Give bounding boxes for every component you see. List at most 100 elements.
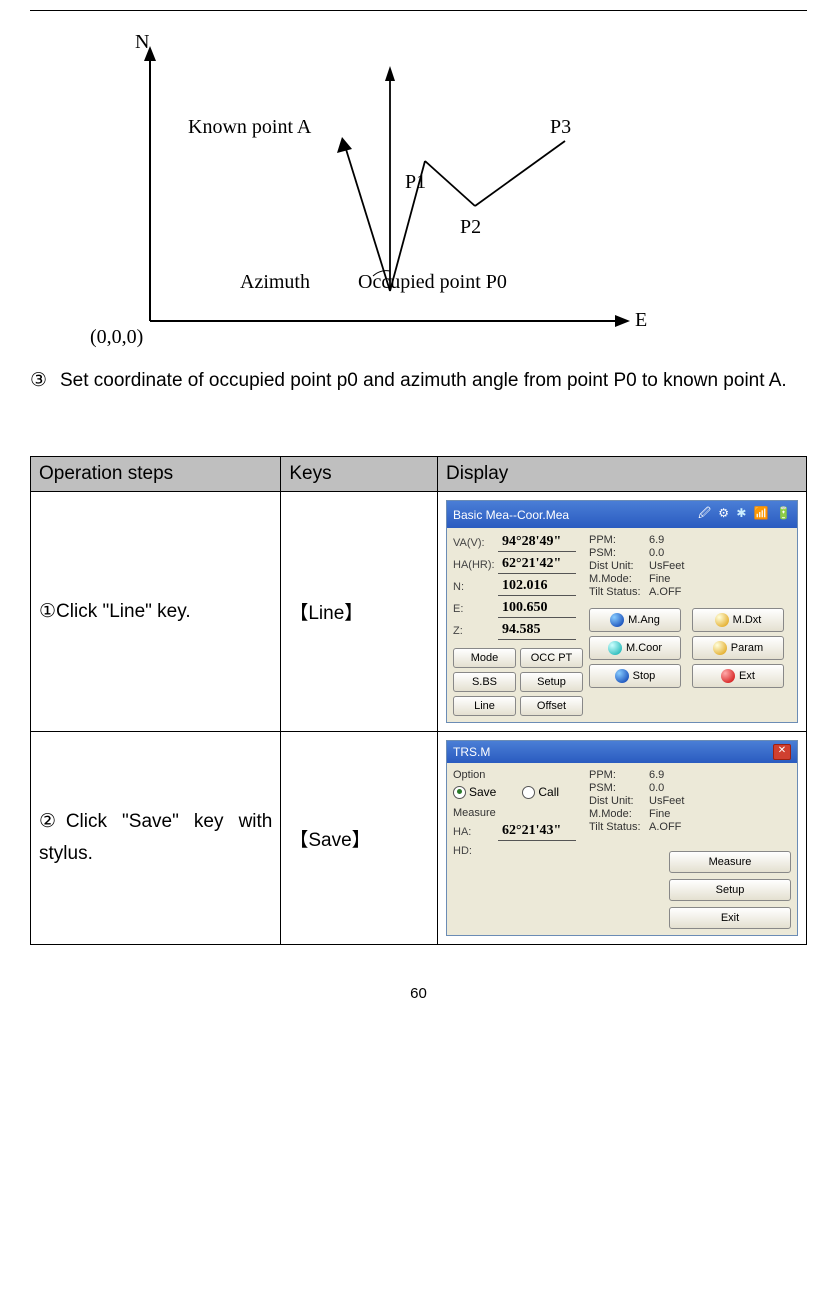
orb-icon bbox=[713, 641, 727, 655]
op-step-1: ①Click "Line" key. bbox=[31, 492, 281, 732]
call-label: Call bbox=[538, 785, 559, 799]
field-value: 94°28'49" bbox=[498, 534, 576, 552]
offset-button[interactable]: Offset bbox=[520, 696, 583, 716]
info-value: 6.9 bbox=[649, 769, 791, 781]
fields-column: VA(V):94°28'49" HA(HR):62°21'42" N:102.0… bbox=[453, 534, 583, 716]
label-n: N bbox=[135, 31, 149, 54]
orb-icon bbox=[608, 641, 622, 655]
screen-trsm: TRS.M ✕ Option Save Call bbox=[446, 740, 798, 936]
stop-button[interactable]: Stop bbox=[589, 664, 681, 688]
orb-icon bbox=[610, 613, 624, 627]
field-value: 94.585 bbox=[498, 622, 576, 640]
option-label: Option bbox=[453, 769, 583, 781]
orb-icon bbox=[721, 669, 735, 683]
info-label: M.Mode: bbox=[589, 808, 649, 820]
measure-button[interactable]: Measure bbox=[669, 851, 791, 873]
info-label: M.Mode: bbox=[589, 573, 649, 585]
label-occupied: Occupied point P0 bbox=[358, 271, 507, 294]
btn-label: M.Coor bbox=[626, 642, 662, 654]
label-p1: P1 bbox=[405, 171, 426, 194]
header-keys: Keys bbox=[281, 457, 438, 492]
info-value: Fine bbox=[649, 808, 791, 820]
occpt-button[interactable]: OCC PT bbox=[520, 648, 583, 668]
info-label: Dist Unit: bbox=[589, 560, 649, 572]
info-label: Tilt Status: bbox=[589, 586, 649, 598]
field-value: 102.016 bbox=[498, 578, 576, 596]
label-known-a: Known point A bbox=[188, 116, 311, 139]
ext-button[interactable]: Ext bbox=[692, 664, 784, 688]
info-value: UsFeet bbox=[649, 560, 791, 572]
page-number: 60 bbox=[30, 985, 807, 1002]
mang-button[interactable]: M.Ang bbox=[589, 608, 681, 632]
setup-button[interactable]: Setup bbox=[669, 879, 791, 901]
info-label: Tilt Status: bbox=[589, 821, 649, 833]
exit-button[interactable]: Exit bbox=[669, 907, 791, 929]
field-value: 100.650 bbox=[498, 600, 576, 618]
top-rule bbox=[30, 10, 807, 11]
info-label: PSM: bbox=[589, 782, 649, 794]
bt-icon: ✱ bbox=[736, 506, 746, 520]
screen-coor-mea: Basic Mea--Coor.Mea 🖉 ⚙ ✱ 📶 🔋 VA(V):94°2… bbox=[446, 500, 798, 723]
btn-label: Param bbox=[731, 642, 763, 654]
battery-icon: 🔋 bbox=[776, 506, 791, 520]
sbs-button[interactable]: S.BS bbox=[453, 672, 516, 692]
table-header-row: Operation steps Keys Display bbox=[31, 457, 807, 492]
field-label: Z: bbox=[453, 625, 495, 637]
info-value: A.OFF bbox=[649, 821, 791, 833]
header-operation: Operation steps bbox=[31, 457, 281, 492]
info-value: 6.9 bbox=[649, 534, 791, 546]
field-label: N: bbox=[453, 581, 495, 593]
mode-button[interactable]: Mode bbox=[453, 648, 516, 668]
measure-label: Measure bbox=[453, 807, 583, 819]
diagram-svg bbox=[90, 31, 650, 351]
label-e: E bbox=[635, 309, 647, 332]
ha-value: 62°21'43" bbox=[498, 823, 576, 841]
bluetooth-icon: 🖉 bbox=[698, 506, 711, 520]
key-line: 【Line】 bbox=[281, 492, 438, 732]
btn-label: Ext bbox=[739, 670, 755, 682]
info-label: PPM: bbox=[589, 769, 649, 781]
field-label: E: bbox=[453, 603, 495, 615]
info-grid: PPM:6.9 PSM:0.0 Dist Unit:UsFeet M.Mode:… bbox=[589, 534, 791, 598]
btn-label: M.Ang bbox=[628, 614, 660, 626]
table-row: ①Click "Line" key. 【Line】 Basic Mea--Coo… bbox=[31, 492, 807, 732]
field-label: VA(V): bbox=[453, 537, 495, 549]
display-2: TRS.M ✕ Option Save Call bbox=[438, 732, 807, 945]
instruction-3: ③ Set coordinate of occupied point p0 an… bbox=[30, 366, 807, 396]
azimuth-diagram: N E (0,0,0) Known point A P1 P2 P3 Azimu… bbox=[90, 31, 650, 351]
label-p3: P3 bbox=[550, 116, 571, 139]
right-col: PPM:6.9 PSM:0.0 Dist Unit:UsFeet M.Mode:… bbox=[589, 769, 791, 929]
call-radio[interactable] bbox=[522, 786, 535, 799]
header-display: Display bbox=[438, 457, 807, 492]
left-col: Option Save Call Measure HA:62°21'43" HD… bbox=[453, 769, 583, 929]
label-origin: (0,0,0) bbox=[90, 326, 143, 349]
setup-button[interactable]: Setup bbox=[520, 672, 583, 692]
right-column: PPM:6.9 PSM:0.0 Dist Unit:UsFeet M.Mode:… bbox=[589, 534, 791, 716]
label-p2: P2 bbox=[460, 216, 481, 239]
display-1: Basic Mea--Coor.Mea 🖉 ⚙ ✱ 📶 🔋 VA(V):94°2… bbox=[438, 492, 807, 732]
field-label: HA(HR): bbox=[453, 559, 495, 571]
info-label: PSM: bbox=[589, 547, 649, 559]
save-radio[interactable] bbox=[453, 786, 466, 799]
table-row: ②Click "Save" key with stylus. 【Save】 TR… bbox=[31, 732, 807, 945]
titlebar-icons: 🖉 ⚙ ✱ 📶 🔋 bbox=[694, 504, 791, 525]
line-button[interactable]: Line bbox=[453, 696, 516, 716]
info-value: A.OFF bbox=[649, 586, 791, 598]
orb-icon bbox=[615, 669, 629, 683]
hd-label: HD: bbox=[453, 845, 495, 857]
instruction-number: ③ bbox=[30, 366, 60, 396]
orb-icon bbox=[715, 613, 729, 627]
param-button[interactable]: Param bbox=[692, 636, 784, 660]
mcoor-button[interactable]: M.Coor bbox=[589, 636, 681, 660]
close-icon[interactable]: ✕ bbox=[773, 744, 791, 760]
titlebar-coor-mea: Basic Mea--Coor.Mea 🖉 ⚙ ✱ 📶 🔋 bbox=[447, 501, 797, 528]
screen-title: Basic Mea--Coor.Mea bbox=[453, 508, 569, 522]
info-grid: PPM:6.9 PSM:0.0 Dist Unit:UsFeet M.Mode:… bbox=[589, 769, 791, 833]
mdxt-button[interactable]: M.Dxt bbox=[692, 608, 784, 632]
btn-label: Stop bbox=[633, 670, 656, 682]
titlebar-trsm: TRS.M ✕ bbox=[447, 741, 797, 763]
instruction-text: Set coordinate of occupied point p0 and … bbox=[60, 366, 807, 396]
operation-steps-table: Operation steps Keys Display ①Click "Lin… bbox=[30, 456, 807, 945]
op-step-2: ②Click "Save" key with stylus. bbox=[31, 732, 281, 945]
ha-label: HA: bbox=[453, 826, 495, 838]
